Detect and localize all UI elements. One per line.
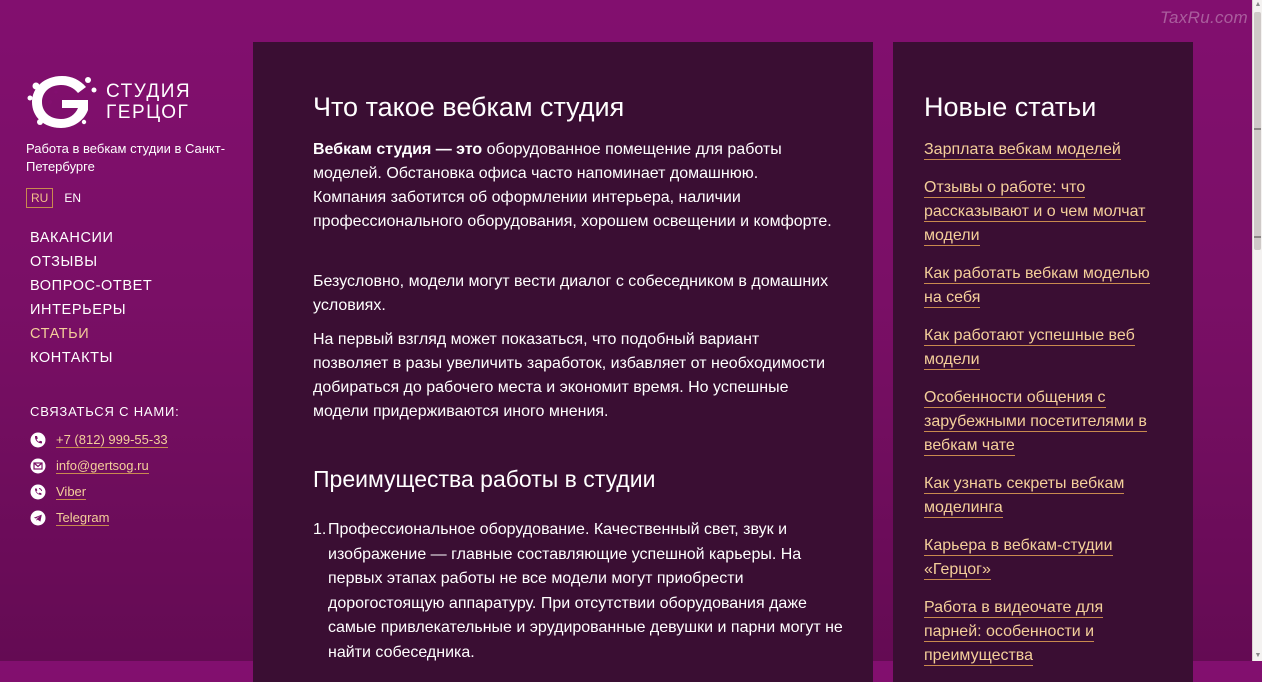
article-item: Как работать вебкам моделью на себя	[924, 262, 1164, 310]
article-item: Карьера в вебкам-студии «Герцог»	[924, 534, 1164, 582]
viber-link[interactable]: Viber	[56, 484, 87, 500]
contact-viber: Viber	[30, 479, 168, 505]
main-content: Что такое вебкам студия Вебкам студия — …	[253, 42, 873, 682]
phone-icon	[30, 432, 46, 448]
article-item: Как узнать секреты вебкам моделинга	[924, 472, 1164, 520]
tagline: Работа в вебкам студии в Санкт-Петербург…	[26, 141, 226, 174]
paragraph-3: На первый взгляд может показаться, что п…	[313, 331, 826, 420]
intro-paragraph: Вебкам студия — это оборудованное помеще…	[313, 138, 833, 234]
logo-text: СТУДИЯ ГЕРЦОГ	[106, 81, 191, 123]
logo[interactable]: СТУДИЯ ГЕРЦОГ	[26, 72, 191, 132]
viber-icon	[30, 484, 46, 500]
article-link[interactable]: Работа в видеочате для парней: особеннос…	[924, 599, 1104, 666]
logo-g-icon	[27, 76, 97, 128]
telegram-icon	[30, 510, 46, 526]
nav-item-vacancies[interactable]: ВАКАНСИИ	[30, 226, 152, 250]
article-link[interactable]: Карьера в вебкам-студии «Герцог»	[924, 537, 1113, 580]
list-item-text: Профессиональное оборудование. Качествен…	[328, 521, 843, 661]
main-nav: ВАКАНСИИ ОТЗЫВЫ ВОПРОС-ОТВЕТ ИНТЕРЬЕРЫ С…	[30, 226, 152, 370]
list-item: 1. Профессиональное оборудование. Качест…	[313, 518, 848, 665]
scrollbar-grip	[1254, 236, 1261, 238]
email-icon	[30, 458, 46, 474]
article-link[interactable]: Отзывы о работе: что рассказывают и о че…	[924, 179, 1146, 246]
contacts-title: СВЯЗАТЬСЯ С НАМИ:	[30, 404, 180, 419]
article-item: Зарплата вебкам моделей	[924, 138, 1164, 162]
email-link[interactable]: info@gertsog.ru	[56, 458, 149, 474]
article-link[interactable]: Как узнать секреты вебкам моделинга	[924, 475, 1125, 518]
logo-line-2: ГЕРЦОГ	[106, 102, 190, 123]
page-scrollbar[interactable]: ▲ ▼	[1252, 0, 1262, 661]
article-link[interactable]: Зарплата вебкам моделей	[924, 141, 1121, 160]
contact-email: info@gertsog.ru	[30, 453, 168, 479]
advantages-list: 1. Профессиональное оборудование. Качест…	[313, 518, 848, 665]
article-item: Отзывы о работе: что рассказывают и о че…	[924, 176, 1164, 248]
scroll-up-icon[interactable]: ▲	[1254, 0, 1262, 10]
scrollbar-grip	[1254, 128, 1261, 130]
logo-line-1: СТУДИЯ	[106, 81, 192, 102]
lang-en-button[interactable]: EN	[64, 191, 81, 205]
watermark: TaxRu.com	[1159, 8, 1248, 27]
intro-bold: Вебкам студия — это	[313, 141, 483, 158]
contacts-list: +7 (812) 999-55-33 info@gertsog.ru Viber…	[30, 427, 168, 531]
articles-list: Зарплата вебкам моделей Отзывы о работе:…	[924, 138, 1164, 682]
telegram-link[interactable]: Telegram	[56, 510, 110, 526]
contact-telegram: Telegram	[30, 505, 168, 531]
list-item-number: 1.	[313, 521, 327, 538]
scrollbar-thumb[interactable]	[1254, 12, 1261, 250]
new-articles-title: Новые статьи	[924, 92, 1097, 122]
scroll-down-icon[interactable]: ▼	[1254, 651, 1262, 661]
article-link[interactable]: Особенности общения с зарубежными посети…	[924, 389, 1147, 456]
contact-phone: +7 (812) 999-55-33	[30, 427, 168, 453]
section-subtitle: Преимущества работы в студии	[313, 466, 656, 492]
paragraph-2: Безусловно, модели могут вести диалог с …	[313, 273, 829, 314]
article-link[interactable]: Как работают успешные веб модели	[924, 327, 1135, 370]
article-item: Особенности общения с зарубежными посети…	[924, 386, 1164, 458]
phone-link[interactable]: +7 (812) 999-55-33	[56, 432, 168, 448]
article-link[interactable]: Как работать вебкам моделью на себя	[924, 265, 1150, 308]
article-item: Как работают успешные веб модели	[924, 324, 1164, 372]
nav-item-faq[interactable]: ВОПРОС-ОТВЕТ	[30, 274, 152, 298]
nav-item-articles[interactable]: СТАТЬИ	[30, 322, 152, 346]
page-title: Что такое вебкам студия	[313, 92, 625, 122]
nav-item-interiors[interactable]: ИНТЕРЬЕРЫ	[30, 298, 152, 322]
nav-item-reviews[interactable]: ОТЗЫВЫ	[30, 250, 152, 274]
language-switcher: RU EN	[26, 188, 81, 208]
lang-ru-button[interactable]: RU	[26, 188, 54, 208]
article-item: Работа в видеочате для парней: особеннос…	[924, 596, 1164, 668]
nav-item-contacts[interactable]: КОНТАКТЫ	[30, 346, 152, 370]
new-articles-panel: Новые статьи Зарплата вебкам моделей Отз…	[893, 42, 1193, 682]
